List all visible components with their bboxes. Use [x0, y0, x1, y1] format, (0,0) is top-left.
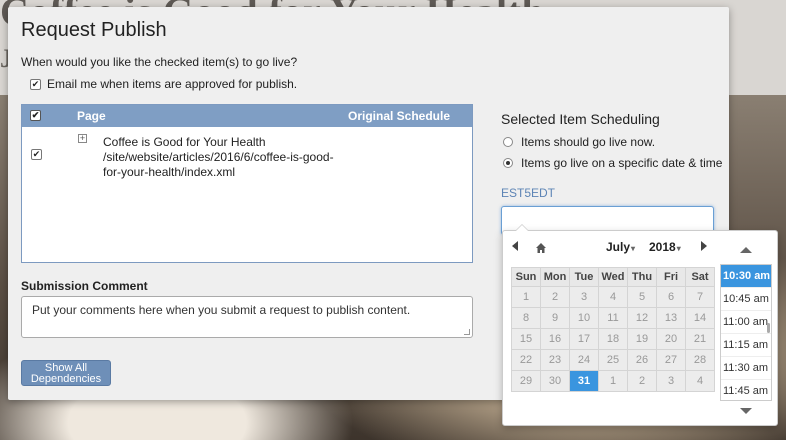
email-approval-label: Email me when items are approved for pub…	[47, 77, 298, 91]
weekday-header: Thu	[627, 267, 657, 287]
submission-comment-label: Submission Comment	[21, 279, 148, 293]
table-row: ✔ + Coffee is Good for Your Health /site…	[22, 134, 472, 185]
go-live-specific-radio[interactable]	[503, 158, 513, 168]
weekday-header: Tue	[569, 267, 599, 287]
calendar-day[interactable]: 31	[569, 370, 599, 392]
time-option[interactable]: 10:45 am	[721, 288, 771, 311]
datetime-picker: July▾ 2018▾ Sun Mon Tue Wed Thu Fri Sat 123456…	[502, 224, 778, 427]
expand-icon[interactable]: +	[78, 134, 87, 143]
calendar-day[interactable]: 2	[627, 370, 657, 392]
time-list[interactable]: 10:30 am 10:45 am 11:00 am 11:15 am 11:30 am…	[720, 264, 772, 401]
select-all-checkbox[interactable]: ✔	[30, 110, 41, 121]
column-header-page: Page	[77, 109, 106, 123]
calendar-day[interactable]: 14	[685, 307, 715, 329]
previous-month-icon[interactable]	[512, 241, 518, 251]
scheduling-title: Selected Item Scheduling	[501, 111, 660, 127]
item-title: Coffee is Good for Your Health	[103, 135, 266, 149]
calendar-day[interactable]: 15	[511, 328, 541, 350]
calendar-day[interactable]: 8	[511, 307, 541, 329]
column-header-original-schedule: Original Schedule	[348, 109, 451, 123]
submission-comment-input[interactable]: Put your comments here when you submit a…	[21, 296, 473, 338]
time-list-scrollbar[interactable]	[767, 323, 770, 333]
go-live-now-option[interactable]: Items should go live now.	[503, 135, 655, 149]
calendar-day[interactable]: 11	[598, 307, 628, 329]
calendar-day[interactable]: 4	[685, 370, 715, 392]
calendar-day[interactable]: 12	[627, 307, 657, 329]
calendar-week: 22 23 24 25 26 27 28	[511, 349, 715, 371]
calendar-day[interactable]: 24	[569, 349, 599, 371]
item-path: /site/website/articles/2016/6/coffee-is-…	[103, 150, 334, 179]
calendar-week: 8 9 10 11 12 13 14	[511, 307, 715, 329]
calendar-day[interactable]: 26	[627, 349, 657, 371]
calendar-day[interactable]: 6	[656, 286, 686, 308]
calendar-day[interactable]: 3	[569, 286, 599, 308]
time-option[interactable]: 11:45 am	[721, 380, 771, 400]
calendar-day[interactable]: 25	[598, 349, 628, 371]
calendar-day[interactable]: 1	[598, 370, 628, 392]
calendar-day[interactable]: 18	[598, 328, 628, 350]
calendar-week: 29 30 31 1 2 3 4	[511, 370, 715, 392]
calendar-day[interactable]: 2	[540, 286, 570, 308]
time-option[interactable]: 11:30 am	[721, 357, 771, 380]
time-option[interactable]: 11:00 am	[721, 311, 771, 334]
time-column: 10:30 am 10:45 am 11:00 am 11:15 am 11:30 am…	[718, 231, 776, 427]
email-approval-option[interactable]: ✔ Email me when items are approved for p…	[30, 77, 297, 91]
dialog-title: Request Publish	[21, 19, 167, 41]
calendar-week: 15 16 17 18 19 20 21	[511, 328, 715, 350]
time-scroll-down-icon[interactable]	[740, 408, 752, 414]
go-live-specific-option[interactable]: Items go live on a specific date & time	[503, 156, 722, 170]
year-value: 2018	[649, 240, 676, 254]
row-checkbox[interactable]: ✔	[31, 149, 42, 160]
calendar-week: 1234567	[511, 286, 715, 308]
home-icon[interactable]	[535, 242, 547, 254]
calendar-day[interactable]: 13	[656, 307, 686, 329]
calendar-day[interactable]: 30	[540, 370, 570, 392]
go-live-specific-label: Items go live on a specific date & time	[521, 156, 723, 170]
calendar-day[interactable]: 19	[627, 328, 657, 350]
email-approval-checkbox[interactable]: ✔	[30, 78, 41, 90]
calendar-day[interactable]: 21	[685, 328, 715, 350]
items-table-header: ✔ Page Original Schedule	[22, 105, 472, 127]
weekday-header: Mon	[540, 267, 570, 287]
month-select[interactable]: July▾	[606, 240, 635, 254]
calendar-day[interactable]: 3	[656, 370, 686, 392]
go-live-prompt: When would you like the checked item(s) …	[21, 55, 298, 69]
timezone-label: EST5EDT	[501, 186, 556, 200]
go-live-now-radio[interactable]	[503, 137, 513, 147]
year-caret-icon: ▾	[676, 244, 681, 253]
calendar-day[interactable]: 29	[511, 370, 541, 392]
weekday-header: Sun	[511, 267, 541, 287]
weekday-header: Wed	[598, 267, 628, 287]
calendar-day[interactable]: 9	[540, 307, 570, 329]
weekday-header: Sat	[685, 267, 715, 287]
calendar-day[interactable]: 10	[569, 307, 599, 329]
calendar-day[interactable]: 22	[511, 349, 541, 371]
items-table: ✔ Page Original Schedule ✔ + Coffee is G…	[21, 104, 473, 263]
calendar-day[interactable]: 5	[627, 286, 657, 308]
month-caret-icon: ▾	[631, 244, 636, 253]
weekday-header: Fri	[656, 267, 686, 287]
time-option[interactable]: 10:30 am	[721, 265, 771, 288]
calendar-day[interactable]: 4	[598, 286, 628, 308]
calendar-day[interactable]: 27	[656, 349, 686, 371]
calendar-day[interactable]: 20	[656, 328, 686, 350]
time-option[interactable]: 11:15 am	[721, 334, 771, 357]
calendar-day[interactable]: 28	[685, 349, 715, 371]
calendar-day[interactable]: 7	[685, 286, 715, 308]
calendar-day[interactable]: 17	[569, 328, 599, 350]
calendar-grid: Sun Mon Tue Wed Thu Fri Sat 1 2 3 4 5 6 7 8 9 10 11 12 13 1…	[511, 267, 715, 392]
calendar-day[interactable]: 23	[540, 349, 570, 371]
time-scroll-up-icon[interactable]	[740, 247, 752, 253]
year-select[interactable]: 2018▾	[649, 240, 681, 254]
next-month-icon[interactable]	[701, 241, 707, 251]
resize-grip-icon[interactable]	[464, 329, 470, 335]
month-value: July	[606, 240, 631, 254]
go-live-now-label: Items should go live now.	[521, 135, 656, 149]
show-all-dependencies-button[interactable]: Show All Dependencies	[21, 360, 111, 386]
calendar-day[interactable]: 1	[511, 286, 541, 308]
submission-comment-placeholder: Put your comments here when you submit a…	[32, 303, 411, 317]
calendar-day[interactable]: 16	[540, 328, 570, 350]
